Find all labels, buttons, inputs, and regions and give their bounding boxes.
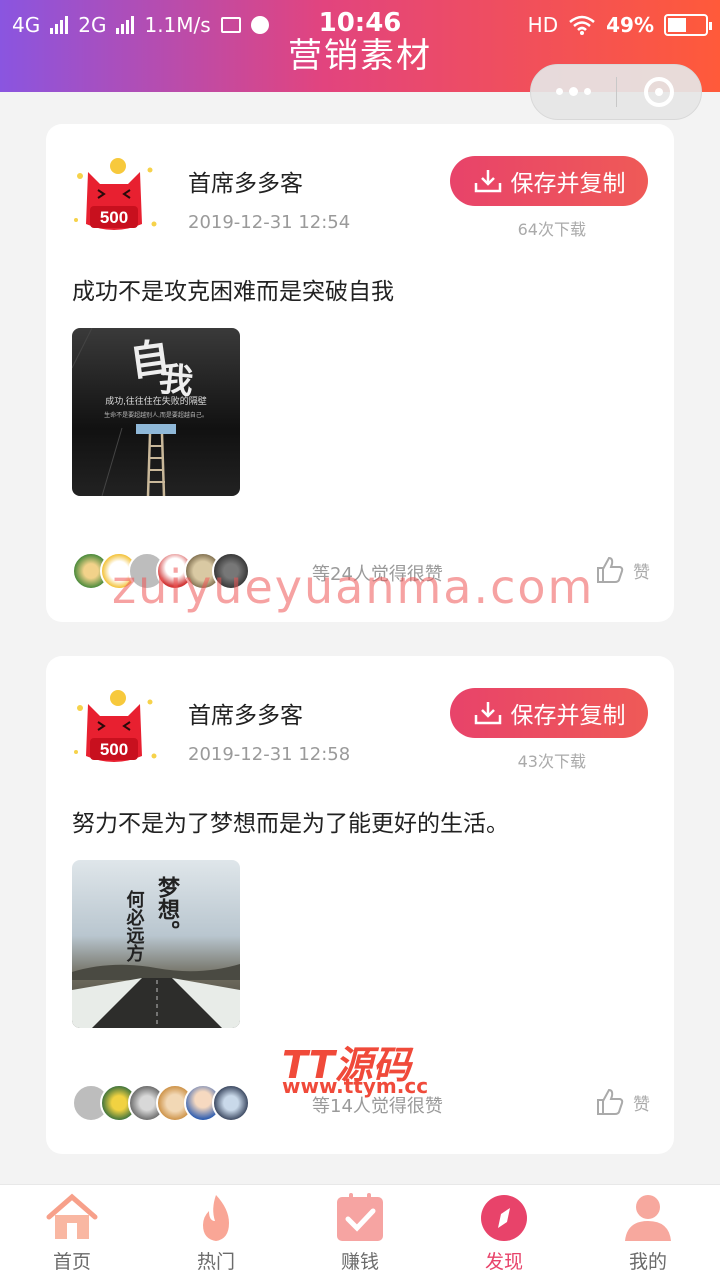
liker-avatar — [212, 1084, 250, 1122]
image-caption-2: 生命不是要超越别人,而是要超越自己。 — [104, 411, 208, 419]
download-count: 43次下载 — [517, 752, 586, 771]
tab-discover-label: 发现 — [484, 1251, 523, 1273]
like-button[interactable]: 赞 — [595, 1088, 650, 1116]
tab-earn[interactable]: 赚钱 — [288, 1185, 432, 1280]
thumbs-up-icon — [597, 556, 624, 583]
compass-icon — [481, 1195, 527, 1241]
tab-hot[interactable]: 热门 — [144, 1185, 288, 1280]
tab-home-label: 首页 — [52, 1251, 91, 1273]
like-label: 赞 — [633, 1094, 650, 1115]
watermark-url: www.ttym.cc — [282, 1074, 429, 1098]
red-envelope-avatar: 500 — [74, 690, 157, 762]
image-caption-1: 何必远方 — [124, 889, 146, 963]
post-text: 努力不是为了梦想而是为了能更好的生活。 — [72, 811, 509, 837]
author-name: 首席多多客 — [188, 171, 303, 197]
tab-mine-label: 我的 — [628, 1251, 667, 1273]
post-image[interactable]: 何必远方 梦想。 — [72, 860, 240, 1028]
image-caption-2: 梦想。 — [154, 875, 180, 942]
save-and-copy-button[interactable]: 保存并复制 — [450, 688, 648, 738]
post-date: 2019-12-31 12:54 — [188, 212, 351, 233]
post-date: 2019-12-31 12:58 — [188, 744, 351, 765]
download-icon — [474, 170, 501, 193]
avatar-500-label: 500 — [100, 208, 128, 227]
save-button-label: 保存并复制 — [510, 703, 626, 729]
author-name: 首席多多客 — [188, 703, 303, 729]
watermark-site: zuiyueyuanma.com — [112, 560, 595, 614]
like-label: 赞 — [633, 562, 650, 583]
download-count: 64次下载 — [517, 220, 586, 239]
tab-home[interactable]: 首页 — [0, 1185, 144, 1280]
close-miniprogram-button[interactable] — [617, 77, 702, 107]
check-clipboard-icon — [337, 1193, 383, 1241]
post-image-art: 何必远方 梦想。 — [72, 875, 240, 1028]
close-circle-icon — [643, 77, 674, 107]
bottom-tab-bar: 首页 热门 赚钱 发现 我的 — [0, 1184, 720, 1280]
tab-mine[interactable]: 我的 — [576, 1185, 720, 1280]
avatar-500-label: 500 — [100, 740, 128, 759]
miniprogram-capsule — [530, 64, 702, 120]
tab-discover[interactable]: 发现 — [432, 1185, 576, 1280]
tab-hot-label: 热门 — [196, 1251, 235, 1273]
more-menu-button[interactable] — [531, 87, 616, 96]
save-button-label: 保存并复制 — [510, 171, 626, 197]
post-image[interactable]: 自 我 成功,往往住在失败的隔壁 生命不是要超越别人,而是要超越自己。 — [72, 328, 240, 496]
save-and-copy-button[interactable]: 保存并复制 — [450, 156, 648, 206]
tab-earn-label: 赚钱 — [340, 1251, 379, 1273]
thumbs-up-icon — [597, 1088, 624, 1115]
download-icon — [474, 702, 501, 725]
post-text: 成功不是攻克困难而是突破自我 — [72, 279, 394, 305]
like-button[interactable]: 赞 — [595, 556, 650, 584]
home-icon — [46, 1193, 98, 1239]
liker-avatars[interactable] — [72, 1084, 250, 1122]
post-image-art: 自 我 成功,往往住在失败的隔壁 生命不是要超越别人,而是要超越自己。 — [72, 328, 208, 496]
post-card: 500 首席多多客 2019-12-31 12:54 保存并复制 64次下载 成… — [46, 124, 674, 622]
red-envelope-avatar: 500 — [74, 158, 157, 230]
flame-icon — [203, 1195, 229, 1241]
image-caption-1: 成功,往往住在失败的隔壁 — [105, 395, 207, 406]
user-icon — [625, 1195, 671, 1241]
